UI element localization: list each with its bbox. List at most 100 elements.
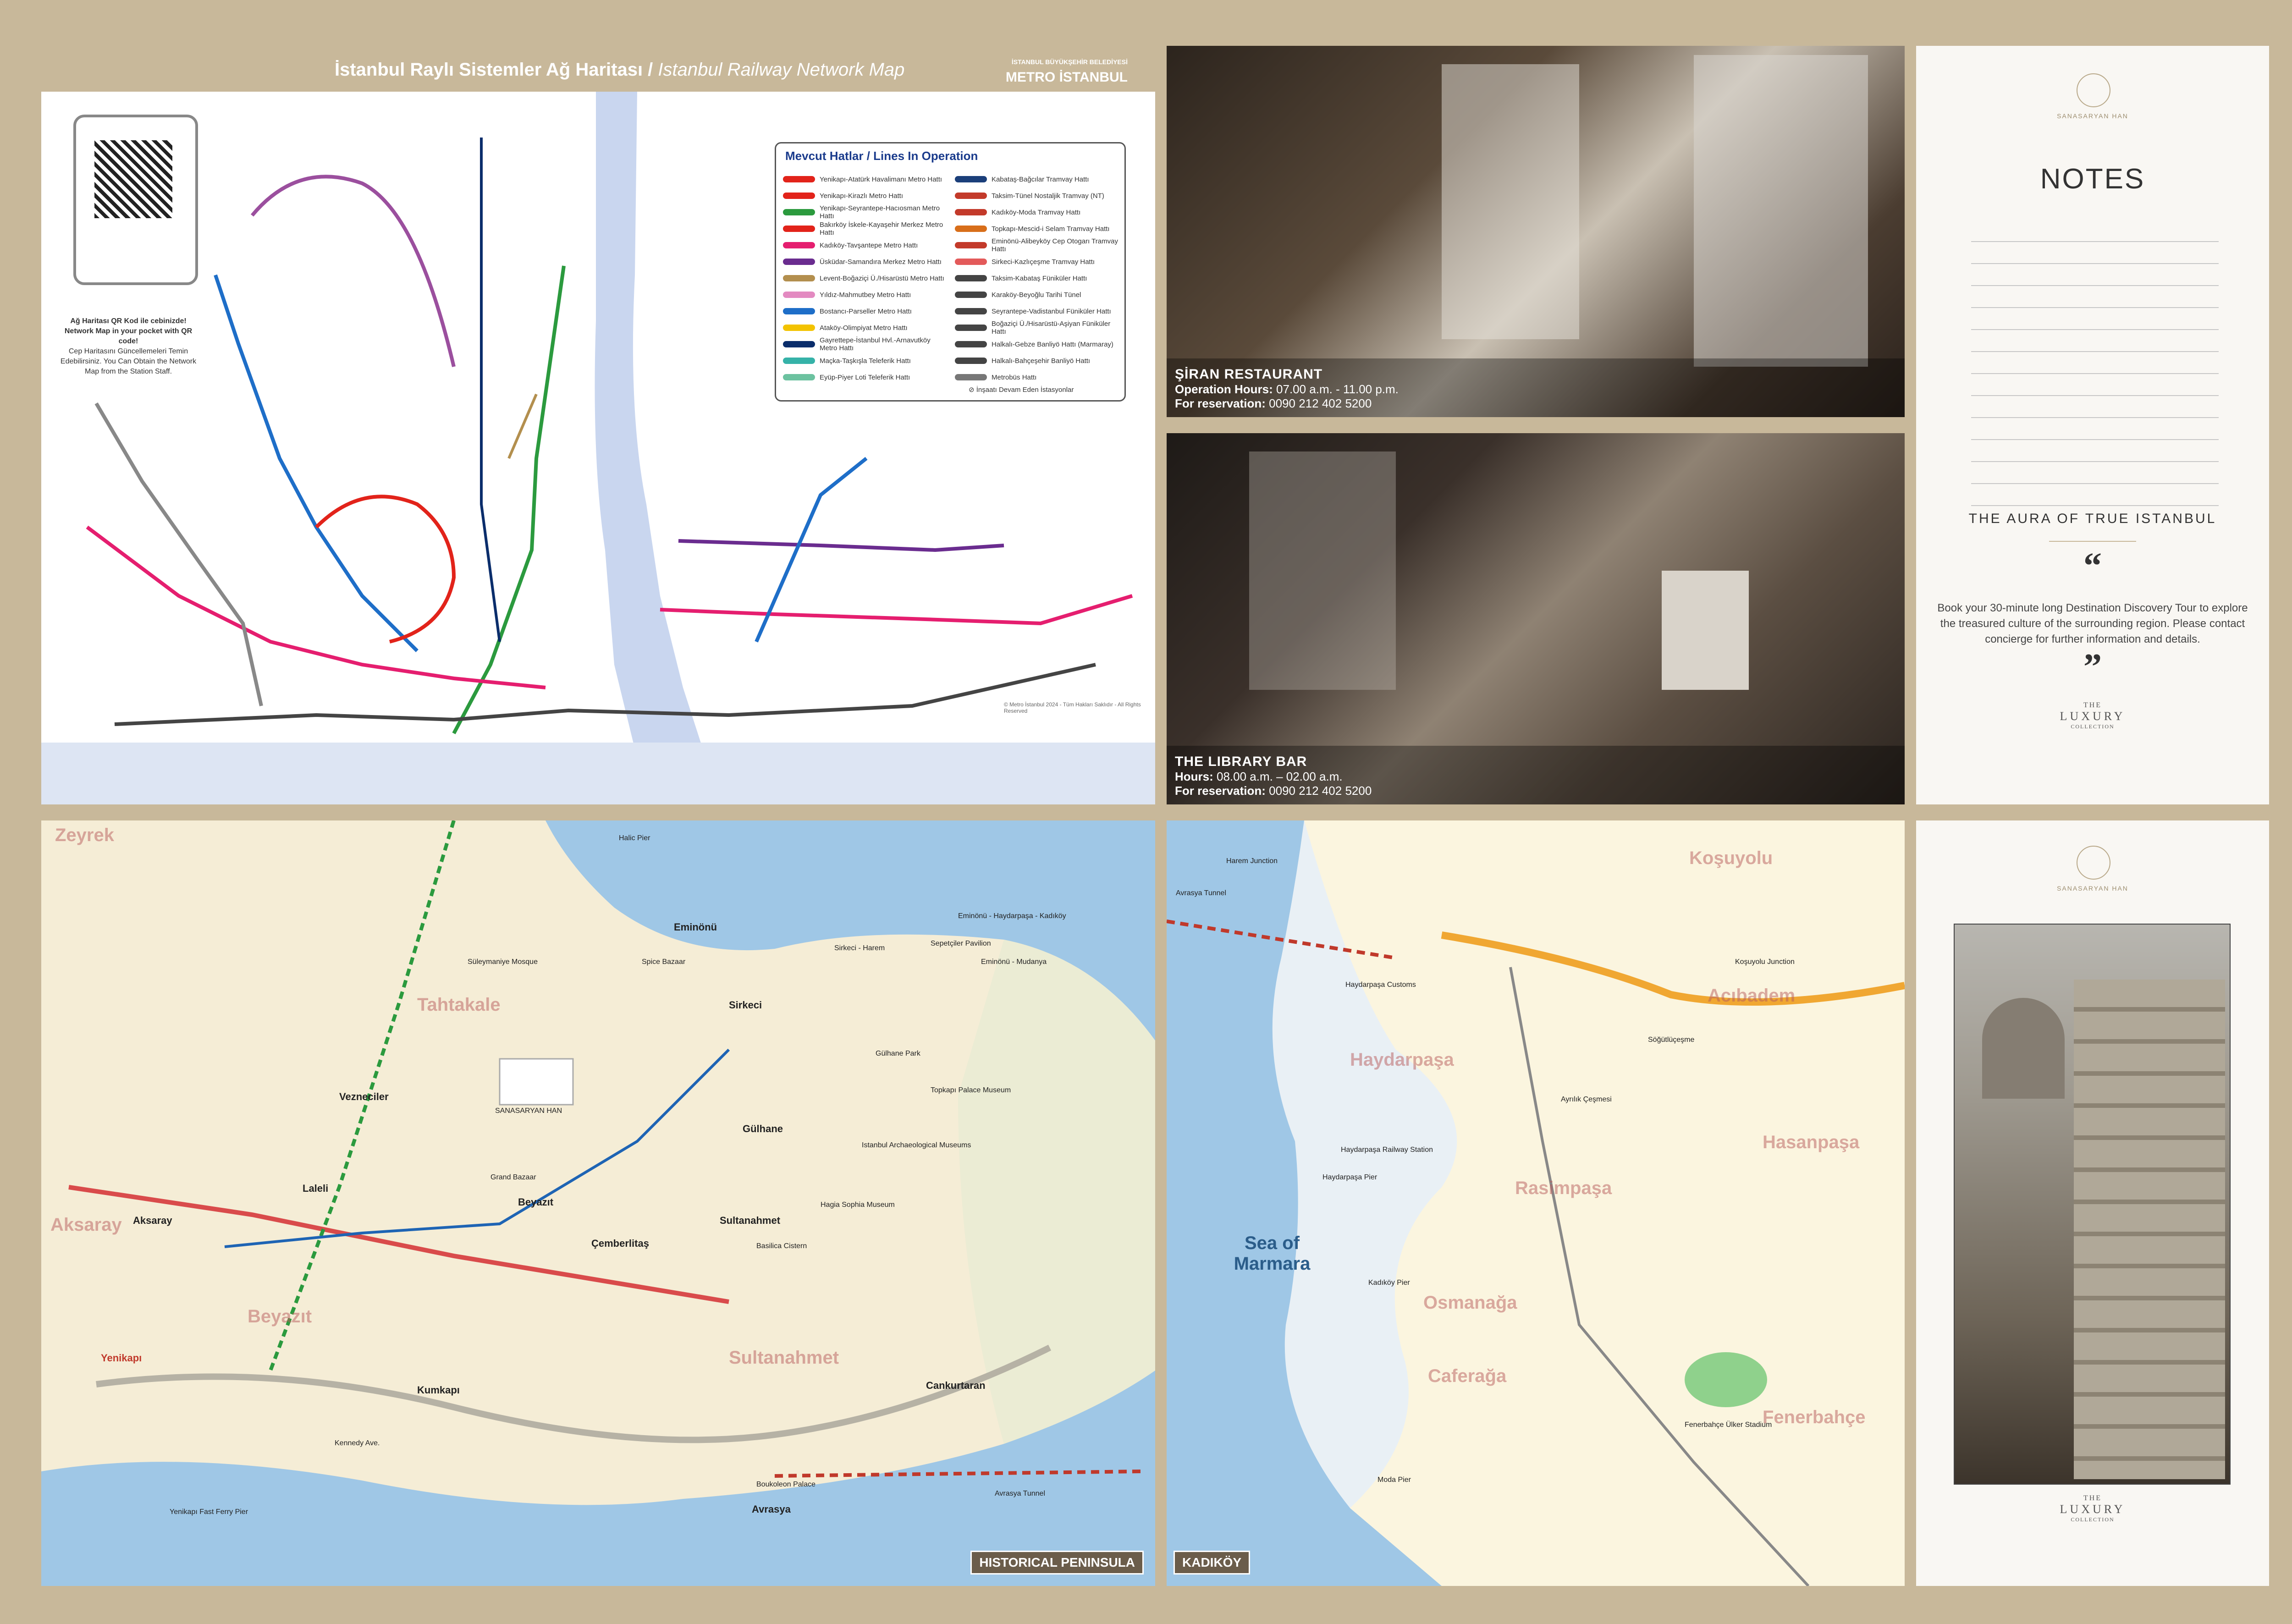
siran-caption: ŞİRAN RESTAURANT Operation Hours: 07.00 …	[1167, 358, 1905, 417]
window-light	[1249, 451, 1396, 690]
line-swatch-icon	[955, 341, 987, 347]
park-area	[958, 940, 1155, 1444]
map-label: Haydarpaşa	[1350, 1050, 1454, 1070]
map-label: Caferağa	[1428, 1366, 1507, 1386]
notes-title: NOTES	[2040, 163, 2145, 195]
legend-label: Halkalı-Bahçeşehir Banliyö Hattı	[992, 357, 1091, 365]
legend-label: Bakırköy İskele-Kayaşehir Merkez Metro H…	[820, 221, 943, 237]
dome-shape	[1982, 998, 2065, 1099]
line-swatch-icon	[783, 292, 815, 298]
legend-item: Bakırköy İskele-Kayaşehir Merkez Metro H…	[783, 220, 948, 237]
legend-label: Maçka-Taşkışla Teleferik Hattı	[820, 357, 911, 365]
legend-label: Boğaziçi Ü./Hisarüstü-Aşiyan Füniküler H…	[992, 320, 1111, 336]
metro-map-panel: İstanbul Raylı Sistemler Ağ Haritası / I…	[41, 46, 1155, 804]
map-label: Eminönü - Haydarpaşa - Kadıköy	[958, 912, 1066, 920]
stadium-shape	[1685, 1352, 1767, 1407]
legend-item: Yıldız-Mahmutbey Metro Hattı	[783, 286, 948, 303]
brand-caption: SANASARYAN HAN	[2057, 112, 2128, 120]
map-label: Yenikapı Fast Ferry Pier	[170, 1508, 248, 1516]
line-swatch-icon	[955, 176, 987, 182]
legend-item: Maçka-Taşkışla Teleferik Hattı	[783, 352, 948, 369]
legend-item: Seyrantepe-Vadistanbul Füniküler Hattı	[955, 303, 1120, 319]
line-swatch-icon	[955, 325, 987, 331]
metro-line-green	[452, 265, 566, 734]
legend-label: Levent-Boğaziçi Ü./Hisarüstü Metro Hattı	[820, 274, 944, 282]
line-swatch-icon	[783, 209, 815, 215]
map-label: Gülhane	[743, 1123, 783, 1134]
legend-label: Kabataş-Bağcılar Tramvay Hattı	[992, 175, 1089, 183]
map-label: Sultanahmet	[729, 1348, 839, 1368]
metro-line-m5	[678, 539, 1004, 552]
map-label: Tahtakale	[417, 995, 501, 1015]
kad-map-svg	[1167, 820, 1905, 1586]
map-label: Beyazıt	[248, 1306, 312, 1327]
legend-item: Üsküdar-Samandıra Merkez Metro Hattı	[783, 253, 948, 270]
map-label: Koşuyolu Junction	[1735, 958, 1795, 966]
map-label: Sultanahmet	[720, 1215, 781, 1226]
map-label: Fenerbahçe Ülker Stadium	[1685, 1421, 1772, 1429]
legend-item: Yenikapı-Seyrantepe-Hacıosman Metro Hatt…	[783, 204, 948, 220]
marmara-sea-shape	[41, 743, 1155, 804]
map-label: Rasimpaşa	[1515, 1178, 1612, 1198]
legend-label: Gayrettepe-İstanbul Hvl.-Arnavutköy Metr…	[820, 336, 931, 352]
map-label: Süleymaniye Mosque	[468, 958, 538, 966]
line-swatch-icon	[783, 325, 815, 331]
legend-label: Yenikapı-Kirazlı Metro Hattı	[820, 192, 904, 200]
legend-label: Kadıköy-Tavşantepe Metro Hattı	[820, 241, 918, 249]
map-label: Sepetçiler Pavilion	[931, 940, 991, 947]
map-label: Haydarpaşa Railway Station	[1341, 1146, 1433, 1154]
siran-hours: Operation Hours: 07.00 a.m. - 11.00 p.m.	[1175, 382, 1399, 396]
line-swatch-icon	[783, 176, 815, 182]
legend-item: Kabataş-Bağcılar Tramvay Hattı	[955, 171, 1120, 187]
tram-line-t1	[224, 1048, 730, 1248]
legend-item: Kadıköy-Tavşantepe Metro Hattı	[783, 237, 948, 253]
map-label: Söğütlüçeşme	[1648, 1036, 1695, 1044]
map-label: Zeyrek	[55, 825, 114, 845]
map-label: Grand Bazaar	[490, 1173, 536, 1181]
legend-item: Ataköy-Olimpiyat Metro Hattı	[783, 319, 948, 336]
map-label: Hagia Sophia Museum	[821, 1201, 895, 1209]
line-swatch-icon	[783, 259, 815, 265]
legend-item: Boğaziçi Ü./Hisarüstü-Aşiyan Füniküler H…	[955, 319, 1120, 336]
metro-line-blue	[214, 274, 419, 652]
legend-label: Yıldız-Mahmutbey Metro Hattı	[820, 291, 911, 299]
map-label: Sirkeci	[729, 999, 762, 1011]
legend-label: Karaköy-Beyoğlu Tarihi Tünel	[992, 291, 1081, 299]
line-swatch-icon	[783, 242, 815, 248]
legend-label: Eyüp-Piyer Loti Teleferik Hattı	[820, 373, 910, 381]
line-swatch-icon	[783, 358, 815, 364]
legend-item: Levent-Boğaziçi Ü./Hisarüstü Metro Hattı	[783, 270, 948, 286]
map-label: Boukoleon Palace	[756, 1481, 815, 1488]
cover-panel: SANASARYAN HAN THE LUXURY COLLECTION	[1916, 820, 2269, 1586]
historical-peninsula-map: Zeyrek Tahtakale Aksaray Beyazıt Sultanahmet…	[41, 820, 1155, 1586]
legend-label: Üsküdar-Samandıra Merkez Metro Hattı	[820, 258, 942, 266]
map-label: Vezneciler	[339, 1091, 389, 1102]
line-swatch-icon	[783, 374, 815, 380]
legend-item: Yenikapı-Kirazlı Metro Hattı	[783, 187, 948, 204]
sanasaryan-marker	[499, 1058, 574, 1106]
map-label: Basilica Cistern	[756, 1242, 807, 1250]
map-label: Haydarpaşa Customs	[1345, 981, 1416, 989]
legend-label: Kadıköy-Moda Tramvay Hattı	[992, 208, 1081, 216]
map-label: Ayrılık Çeşmesi	[1561, 1096, 1612, 1103]
legend-label: Ataköy-Olimpiyat Metro Hattı	[820, 324, 908, 332]
line-swatch-icon	[955, 193, 987, 199]
legend-item: Yenikapı-Atatürk Havalimanı Metro Hattı	[783, 171, 948, 187]
map-label: Sirkeci - Harem	[834, 944, 885, 952]
land-area	[1304, 820, 1905, 1586]
legend-label: Halkalı-Gebze Banliyö Hattı (Marmaray)	[992, 340, 1113, 348]
map-label: Kennedy Ave.	[335, 1439, 380, 1447]
map-label: Eminönü - Mudanya	[981, 958, 1047, 966]
map-label: Yenikapı	[101, 1352, 142, 1364]
aura-heading: THE AURA OF TRUE ISTANBUL	[1968, 511, 2217, 526]
metro-copyright: © Metro İstanbul 2024 - Tüm Hakları Sakl…	[1004, 701, 1141, 714]
line-swatch-icon	[955, 308, 987, 314]
hist-map-svg	[41, 820, 1155, 1586]
legend-label: Bostancı-Parseller Metro Hattı	[820, 307, 912, 315]
map-label: Topkapı Palace Museum	[931, 1086, 1011, 1094]
marmaray-line	[114, 663, 1096, 726]
line-swatch-icon	[783, 226, 815, 232]
map-label: Osmanağa	[1423, 1293, 1517, 1313]
map-label: Fenerbahçe	[1763, 1407, 1866, 1427]
legend-label: Yenikapı-Atatürk Havalimanı Metro Hattı	[820, 175, 942, 183]
